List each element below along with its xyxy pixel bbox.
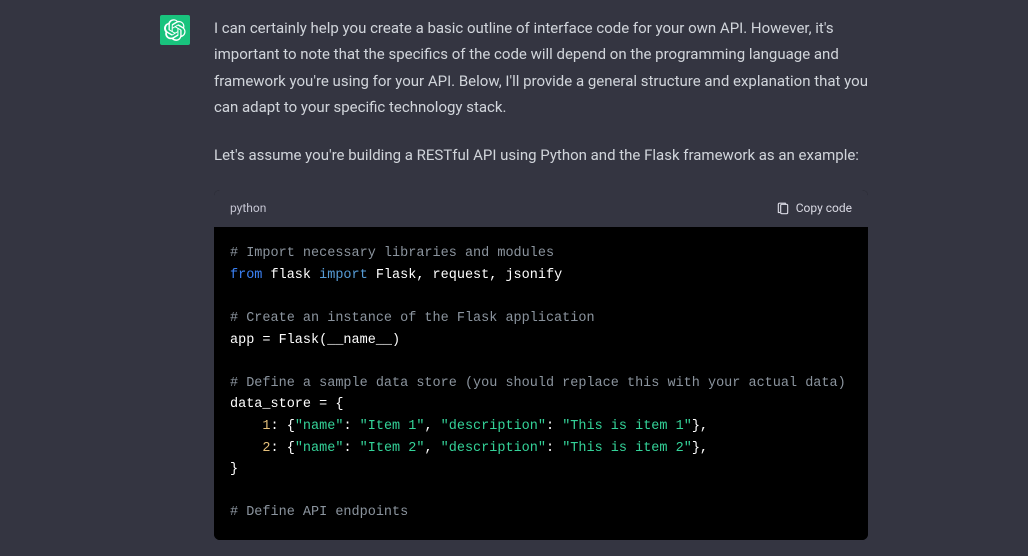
code-block: python Copy code # Import necessary libr… (214, 190, 868, 540)
assistant-avatar (160, 15, 190, 45)
code-token: # Define a sample data store (you should… (230, 376, 846, 391)
code-token: : { (271, 419, 295, 434)
code-token: "This is item 1" (562, 419, 692, 434)
copy-code-label: Copy code (796, 198, 852, 219)
code-token: # Define API endpoints (230, 505, 408, 520)
code-token: }, (692, 419, 708, 434)
code-token (230, 441, 262, 456)
code-token: flask (262, 268, 319, 283)
code-token: 2 (262, 441, 270, 456)
code-language-label: python (230, 198, 266, 219)
code-token: # Create an instance of the Flask applic… (230, 311, 595, 326)
code-token: } (230, 462, 238, 477)
code-token: : { (271, 441, 295, 456)
code-token: "Item 1" (360, 419, 425, 434)
code-token: , (424, 441, 440, 456)
code-token: app = Flask(__name__) (230, 333, 400, 348)
openai-logo-icon (164, 19, 186, 41)
code-token: 1 (262, 419, 270, 434)
code-token: : (546, 419, 562, 434)
copy-code-button[interactable]: Copy code (776, 198, 852, 219)
assistant-message-row: I can certainly help you create a basic … (0, 0, 1028, 540)
code-token: : (343, 441, 359, 456)
message-paragraph-1: I can certainly help you create a basic … (214, 15, 868, 120)
code-token: "name" (295, 419, 344, 434)
code-token: "name" (295, 441, 344, 456)
code-token: , (424, 419, 440, 434)
code-body[interactable]: # Import necessary libraries and modules… (214, 227, 868, 540)
code-token: : (343, 419, 359, 434)
code-token: data_store = { (230, 397, 343, 412)
code-token (230, 419, 262, 434)
code-token: from (230, 268, 262, 283)
code-token: # Import necessary libraries and modules (230, 246, 554, 261)
code-token: import (319, 268, 368, 283)
code-token: "description" (441, 441, 546, 456)
clipboard-icon (776, 202, 790, 216)
code-token: : (546, 441, 562, 456)
assistant-message-content: I can certainly help you create a basic … (214, 15, 868, 540)
code-token: "description" (441, 419, 546, 434)
code-token: Flask, request, jsonify (368, 268, 562, 283)
code-token: "Item 2" (360, 441, 425, 456)
message-paragraph-2: Let's assume you're building a RESTful A… (214, 142, 868, 168)
code-block-header: python Copy code (214, 190, 868, 227)
code-token: "This is item 2" (562, 441, 692, 456)
code-token: }, (692, 441, 708, 456)
